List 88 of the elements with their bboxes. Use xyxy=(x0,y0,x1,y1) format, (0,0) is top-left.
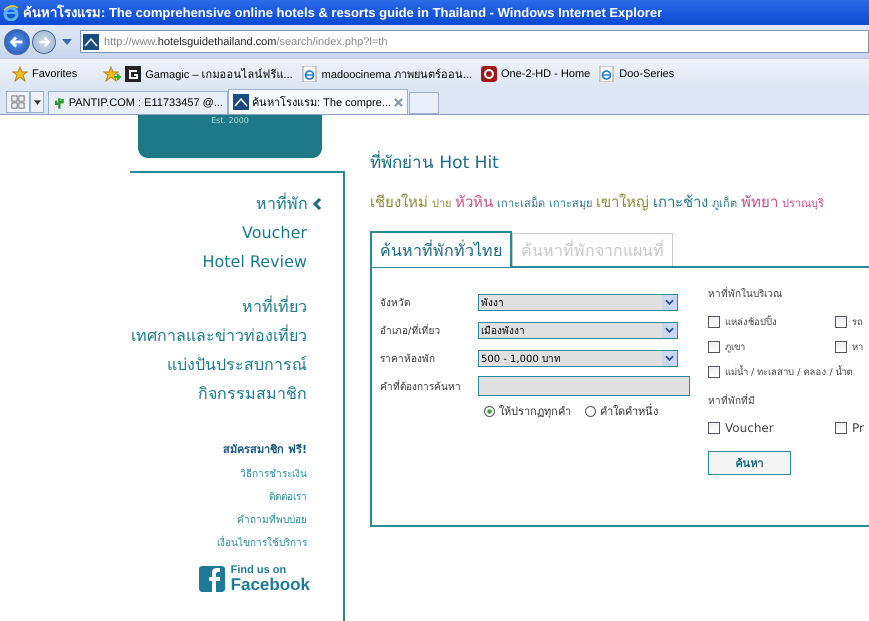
tab-title: PANTIP.COM : E11733457 @... xyxy=(68,97,223,109)
favorite-link[interactable]: Gamagic – เกมออนไลน์ฟรีแ... xyxy=(125,64,293,82)
checkbox[interactable] xyxy=(835,340,847,352)
search-button[interactable]: ค้นหา xyxy=(708,451,791,475)
place-link[interactable]: ปราณบุริ xyxy=(782,194,824,212)
place-link[interactable]: เชียงใหม่ xyxy=(370,190,428,214)
quick-tabs-button[interactable] xyxy=(6,91,30,113)
group-label: หาที่พักที่มี xyxy=(708,395,869,409)
dropdown-field[interactable]: 500 - 1,000 บาท xyxy=(478,350,678,366)
checkbox-label: แม่น้ำ / ทะเลสาบ / คลอง / น้ำต xyxy=(725,364,853,379)
place-link[interactable]: เขาใหญ่ xyxy=(596,190,649,214)
dropdown-caret-icon[interactable] xyxy=(62,38,72,44)
sidebar-link[interactable]: Hotel Review xyxy=(202,247,307,276)
close-tab-icon[interactable] xyxy=(394,98,403,106)
address-field[interactable]: http://www.hotelsguidethailand.com/search/index.php?l=th xyxy=(80,30,869,53)
radio-button[interactable] xyxy=(585,406,596,416)
place-link[interactable]: เกาะช้าง xyxy=(653,190,708,214)
group-label: หาที่พักในบริเวณ xyxy=(708,288,869,302)
dropdown-field[interactable]: พังงา xyxy=(478,294,678,310)
sidebar-link[interactable]: Voucher xyxy=(242,218,307,247)
footer-link[interactable]: วิธีการชำระเงิน xyxy=(240,468,307,481)
add-favorite-icon[interactable] xyxy=(103,66,122,82)
field-label: อำเภอ/ที่เที่ยว xyxy=(380,322,442,338)
facebook-link[interactable]: Find us on Facebook xyxy=(198,565,310,593)
page-icon xyxy=(599,66,616,82)
facebook-logo-icon xyxy=(198,566,225,592)
sidebar-link[interactable]: หาที่พัก xyxy=(256,189,321,218)
footer-link[interactable]: คำถามที่พบบ่อย xyxy=(237,514,307,527)
sidebar-link[interactable]: กิจกรรมสมาชิก xyxy=(198,379,307,408)
facebook-caption: Find us on xyxy=(230,565,288,576)
sidebar-link[interactable]: หาที่เที่ยว xyxy=(242,292,307,321)
place-link[interactable]: ปาย xyxy=(432,194,451,212)
forward-button[interactable] xyxy=(32,30,56,54)
search-tab[interactable]: ค้นหาที่พักทั่วไทย xyxy=(370,231,512,267)
site-favicon-icon xyxy=(481,66,497,82)
caret-icon xyxy=(34,100,40,104)
dropdown-field[interactable]: เมืองพังงา xyxy=(478,322,678,338)
site-favicon-icon xyxy=(125,66,142,82)
checkbox-label: หา xyxy=(852,341,863,354)
cactus-icon xyxy=(53,95,66,111)
section-heading: ที่พักย่าน Hot Hit xyxy=(370,152,869,174)
place-link[interactable]: เกาะสมุย xyxy=(549,194,592,212)
sidebar-link[interactable]: แบ่งปันประสบการณ์ xyxy=(167,350,307,379)
facebook-wordmark: Facebook xyxy=(230,576,310,593)
favorite-link[interactable]: One-2-HD - Home xyxy=(481,66,590,82)
checkbox[interactable] xyxy=(708,340,720,352)
field-label: ราคาห้องพัก xyxy=(380,352,436,366)
radio-label: ให้ปรากฏทุกคำ xyxy=(499,404,571,420)
favorites-button[interactable]: Favorites xyxy=(12,66,78,82)
footer-link[interactable]: เงื่อนไขการใช้บริการ xyxy=(217,537,307,550)
checkbox[interactable] xyxy=(708,316,720,328)
place-link[interactable]: เกาะเสม็ด xyxy=(497,194,545,212)
checkbox-label: ภูเขา xyxy=(725,341,745,354)
window-title: ค้นหาโรงแรม: The comprehensive online hotels & resorts guide in Thailand - Windows Internet Explorer xyxy=(23,4,662,22)
tab-title: ค้นหาโรงแรม: The compre... xyxy=(252,95,391,111)
favorite-link[interactable]: madoocinema ภาพยนตร์ออน... xyxy=(302,64,472,82)
sidebar-link[interactable]: เทศกาลและข่าวท่องเที่ยว xyxy=(131,321,307,350)
url-text: http://www.hotelsguidethailand.com/search/index.php?l=th xyxy=(104,36,388,48)
tab-list-button[interactable] xyxy=(30,91,44,113)
search-input[interactable] xyxy=(478,376,690,396)
browser-tab[interactable]: ค้นหาโรงแรม: The compre... xyxy=(228,89,408,114)
checkbox[interactable] xyxy=(835,422,847,434)
browser-logo-icon xyxy=(3,4,19,20)
site-favicon-icon xyxy=(83,34,99,50)
footer-link[interactable]: ติดต่อเรา xyxy=(269,491,307,504)
checkbox[interactable] xyxy=(708,422,720,434)
checkbox-label: Pr xyxy=(852,421,864,435)
checkbox-label: แหล่งช้อปปิ้ง xyxy=(725,314,777,329)
browser-tab[interactable]: PANTIP.COM : E11733457 @... xyxy=(48,91,228,114)
checkbox[interactable] xyxy=(835,316,847,328)
checkbox-label: Voucher xyxy=(725,421,774,435)
field-label: จังหวัด xyxy=(380,296,411,310)
star-icon xyxy=(12,66,28,82)
radio-label: คำใดคำหนึ่ง xyxy=(600,402,658,420)
back-button[interactable] xyxy=(4,28,30,54)
radio-button[interactable] xyxy=(484,406,495,416)
place-link[interactable]: ภูเก็ต xyxy=(712,194,737,212)
chevron-left-icon xyxy=(313,198,321,210)
logo-text: Est. 2000 xyxy=(211,116,249,125)
checkbox[interactable] xyxy=(708,366,720,378)
checkbox-label: รถ xyxy=(852,316,863,329)
place-link[interactable]: พัทยา xyxy=(741,190,778,214)
place-link[interactable]: หัวหิน xyxy=(455,190,493,214)
site-favicon-icon xyxy=(233,94,249,110)
field-label: คำที่ต้องการค้นหา xyxy=(380,378,462,394)
favorite-link[interactable]: Doo-Series xyxy=(599,66,674,82)
page-icon xyxy=(302,66,318,82)
signup-link[interactable]: สมัครสมาชิก ฟรี! xyxy=(223,442,307,458)
